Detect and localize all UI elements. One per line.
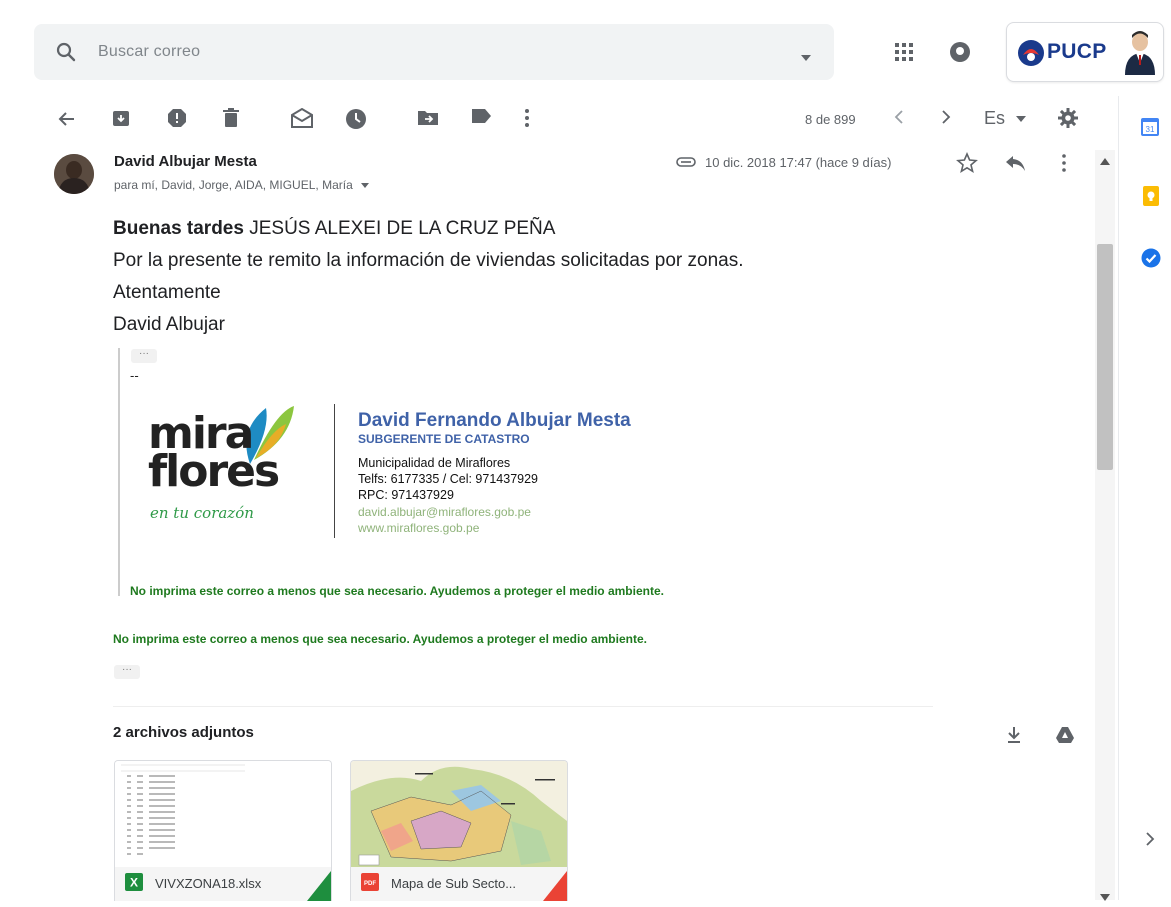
sender-avatar: [54, 154, 94, 194]
calendar-icon[interactable]: 31: [1141, 116, 1159, 141]
show-trimmed-content-button[interactable]: ···: [131, 349, 157, 363]
message-date: 10 dic. 2018 17:47 (hace 9 días): [705, 155, 892, 170]
download-all-icon[interactable]: [1006, 726, 1022, 749]
side-panel: 31: [1118, 96, 1171, 900]
body-line-3: Atentamente: [113, 282, 221, 303]
pdf-icon-label: PDF: [364, 881, 376, 887]
profile-avatar[interactable]: [1123, 29, 1157, 80]
account-switcher[interactable]: PUCP: [1006, 22, 1164, 82]
labels-icon[interactable]: [470, 108, 492, 130]
file-type-corner-icon: [543, 871, 567, 901]
signature-name: David Fernando Albujar Mesta: [358, 410, 631, 431]
search-bar[interactable]: Buscar correo: [34, 24, 834, 80]
signature-rpc: RPC: 971437929: [358, 488, 454, 502]
signature-org: Municipalidad de Miraflores: [358, 456, 511, 470]
snooze-icon[interactable]: [345, 108, 367, 130]
search-input[interactable]: Buscar correo: [98, 43, 200, 61]
attachment-card-pdf[interactable]: PDF Mapa de Sub Secto...: [350, 760, 568, 901]
greeting-bold: Buenas tardes: [113, 218, 244, 239]
keep-icon[interactable]: [1143, 186, 1159, 211]
message-count: 8 de 899: [805, 112, 856, 127]
recipients-line[interactable]: para mí, David, Jorge, AIDA, MIGUEL, Mar…: [114, 178, 370, 192]
attachment-card-xlsx[interactable]: X VIVXZONA18.xlsx: [114, 760, 332, 901]
message-more-icon[interactable]: [1061, 153, 1067, 178]
recipients-text: para mí, David, Jorge, AIDA, MIGUEL, Mar…: [114, 178, 353, 192]
tasks-icon[interactable]: [1141, 248, 1161, 273]
miraflores-logo: mira flores en tu corazón: [146, 400, 326, 530]
signature-phones: Telfs: 6177335 / Cel: 971437929: [358, 472, 538, 486]
body-line-2: Por la presente te remito la información…: [113, 250, 744, 271]
signature-divider: [334, 404, 335, 538]
attachment-clip-icon: [676, 155, 696, 173]
account-org-label: PUCP: [1047, 40, 1107, 63]
signature-title: SUBGERENTE DE CATASTRO: [358, 432, 530, 446]
body-line-4: David Albujar: [113, 314, 225, 335]
greeting-name: JESÚS ALEXEI DE LA CRUZ PEÑA: [243, 218, 556, 239]
signature-web-link[interactable]: www.miraflores.gob.pe: [358, 521, 479, 535]
message-toolbar: [0, 100, 1100, 138]
language-dropdown-icon[interactable]: [1016, 116, 1027, 123]
pucp-logo-icon: [1017, 39, 1045, 72]
show-trimmed-content-button-2[interactable]: ···: [114, 665, 140, 679]
expand-panel-chevron-icon[interactable]: [1145, 832, 1155, 851]
map-thumbnail: [351, 761, 567, 867]
svg-text:31: 31: [1146, 125, 1155, 134]
logo-word-2: flores: [148, 446, 280, 497]
signature-email-link[interactable]: david.albujar@miraflores.gob.pe: [358, 505, 531, 519]
signature-separator: --: [130, 368, 139, 383]
more-icon[interactable]: [524, 108, 546, 130]
quote-bar: [118, 348, 120, 596]
sender-name[interactable]: David Albujar Mesta: [114, 153, 257, 170]
older-chevron-icon[interactable]: [940, 110, 962, 132]
spreadsheet-thumbnail: [115, 761, 331, 867]
logo-tagline: en tu corazón: [150, 504, 254, 522]
back-icon[interactable]: [56, 108, 78, 130]
archive-icon[interactable]: [111, 108, 133, 130]
move-to-icon[interactable]: [417, 108, 439, 130]
delete-icon[interactable]: [221, 108, 243, 130]
recipients-details-icon[interactable]: [361, 183, 370, 189]
attachment-name[interactable]: VIVXZONA18.xlsx: [155, 876, 261, 891]
star-icon[interactable]: [956, 151, 978, 179]
spreadsheet-file-icon: X: [125, 873, 143, 896]
language-label[interactable]: Es: [984, 108, 1005, 128]
attachments-divider: [113, 706, 933, 707]
pdf-file-icon: PDF: [361, 873, 379, 896]
body-greeting: Buenas tardes JESÚS ALEXEI DE LA CRUZ PE…: [113, 218, 555, 240]
file-type-corner-icon: [307, 871, 331, 901]
scroll-down-icon[interactable]: [1100, 889, 1110, 907]
newer-chevron-icon[interactable]: [893, 110, 915, 132]
attachments-title: 2 archivos adjuntos: [113, 724, 254, 741]
search-options-icon[interactable]: [800, 49, 812, 67]
save-to-drive-icon[interactable]: [1055, 726, 1075, 749]
eco-note: No imprima este correo a menos que sea n…: [113, 632, 647, 646]
scroll-up-icon[interactable]: [1100, 152, 1110, 170]
eco-note-quoted: No imprima este correo a menos que sea n…: [130, 584, 664, 598]
search-icon[interactable]: [54, 40, 78, 69]
xlsx-icon-label: X: [130, 876, 138, 890]
top-bar: Buscar correo PUCP: [0, 0, 1171, 100]
language-selector[interactable]: Es: [984, 108, 1027, 129]
report-spam-icon[interactable]: [167, 108, 189, 130]
notifications-icon[interactable]: [948, 40, 972, 69]
scrollbar-thumb[interactable]: [1097, 244, 1113, 470]
apps-grid-icon[interactable]: [894, 42, 914, 67]
reply-icon[interactable]: [1004, 154, 1026, 177]
mark-unread-icon[interactable]: [291, 107, 313, 130]
settings-gear-icon[interactable]: [1058, 108, 1080, 130]
attachment-name[interactable]: Mapa de Sub Secto...: [391, 876, 516, 891]
